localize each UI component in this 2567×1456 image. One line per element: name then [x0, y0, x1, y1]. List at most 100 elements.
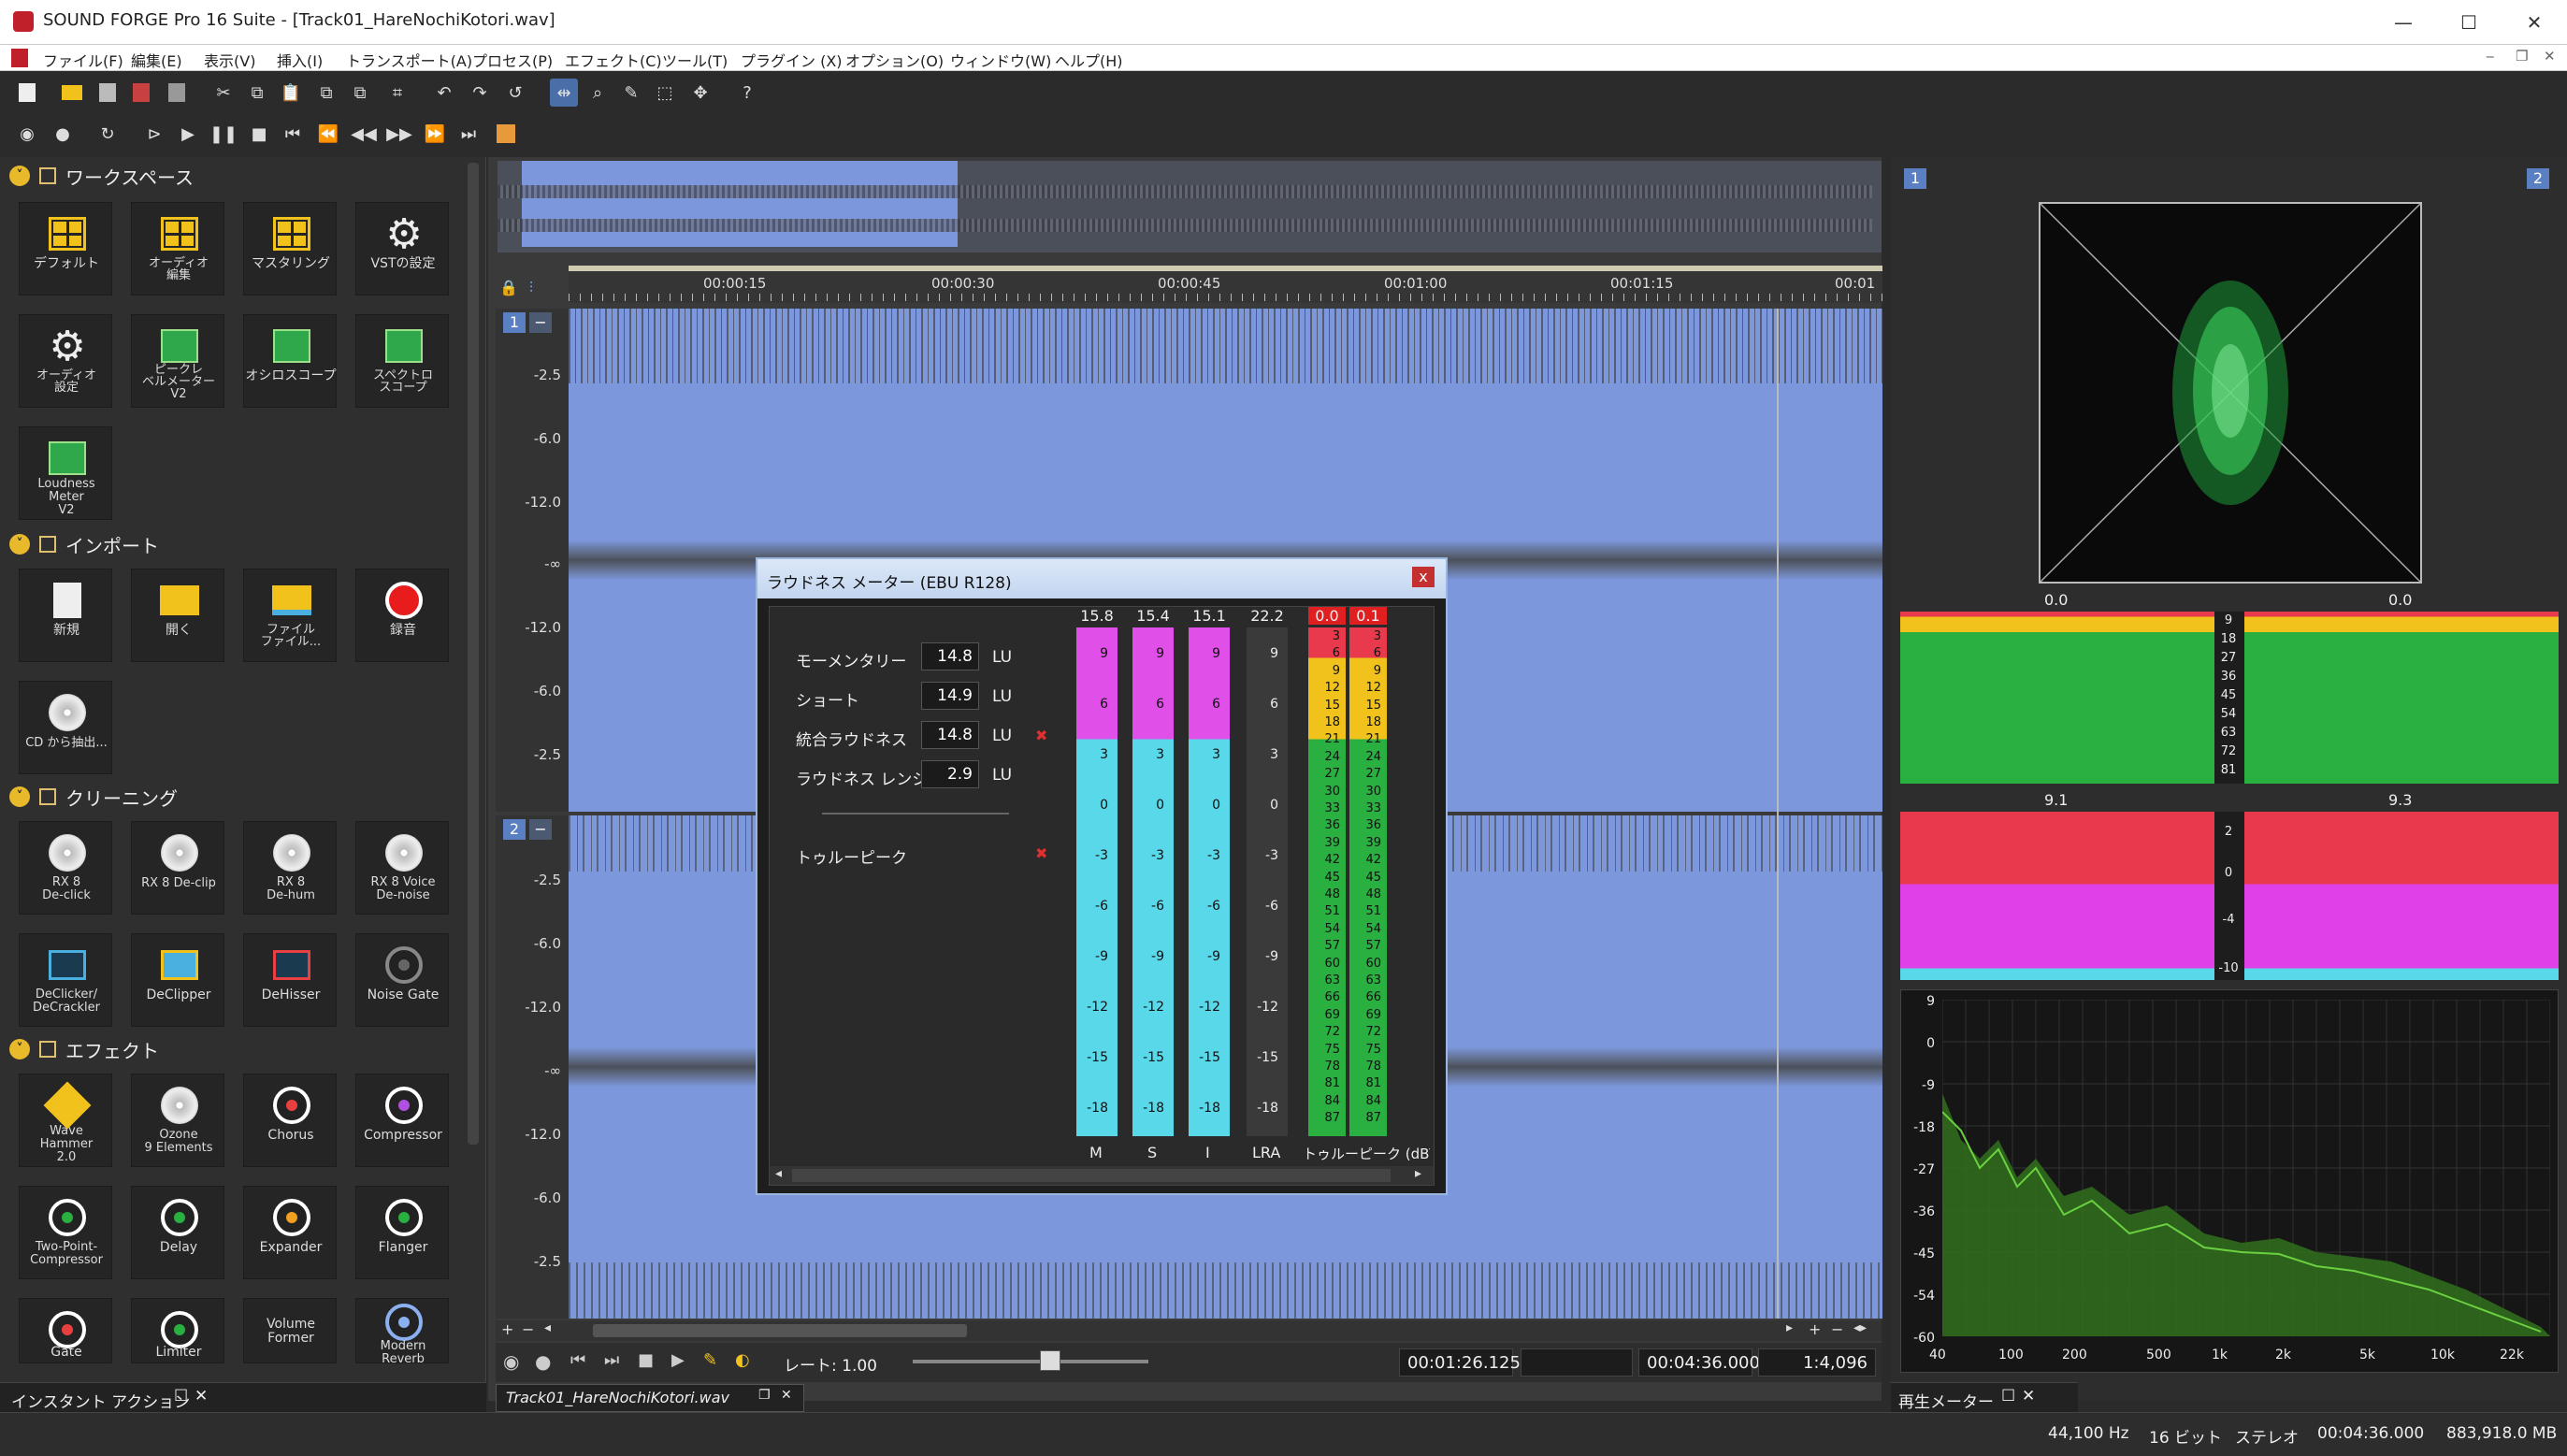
scroll-right-icon[interactable]: ▸ [1786, 1320, 1793, 1335]
go-to-start-icon[interactable]: ⏮ [279, 120, 307, 148]
mdi-minimize-icon[interactable]: ‒ [2486, 48, 2495, 65]
tile-delay[interactable]: Delay [131, 1186, 224, 1279]
tile-open[interactable]: 開く [131, 569, 224, 662]
document-tab[interactable]: Track01_HareNochiKotori.wav ❐ ✕ [496, 1384, 804, 1412]
menu-process[interactable]: プロセス(P) [472, 49, 553, 71]
help-icon[interactable]: ? [733, 79, 761, 107]
edit-tool-icon[interactable]: ⇹ [550, 79, 578, 107]
play-icon[interactable]: ▶ [671, 1350, 685, 1370]
repeat-icon[interactable]: ↺ [501, 79, 529, 107]
mdi-restore-icon[interactable]: ❐ [2516, 48, 2528, 65]
channel-mode[interactable]: ステレオ [2235, 1424, 2299, 1448]
instant-action-tab[interactable]: インスタント アクション ☐ ✕ [0, 1382, 486, 1412]
reset-integrated-icon[interactable]: ✖ [1035, 727, 1047, 744]
rate-slider-thumb[interactable] [1040, 1350, 1060, 1371]
bit-depth[interactable]: 16 ビット [2149, 1424, 2222, 1448]
stop-icon[interactable]: ■ [245, 120, 273, 148]
prev-marker-icon[interactable]: ⏪ [314, 120, 342, 148]
reset-true-peak-icon[interactable]: ✖ [1035, 844, 1047, 862]
tile-rx8-declip[interactable]: RX 8 De-clip [131, 821, 224, 915]
section-workspace[interactable]: ˅ ワークスペース [9, 161, 468, 191]
zoom-ratio[interactable]: 1:4,096 [1758, 1348, 1876, 1377]
menu-transport[interactable]: トランスポート(A) [346, 49, 472, 71]
mix-icon[interactable]: ⧉ [312, 79, 340, 107]
tile-new[interactable]: 新規 [19, 569, 112, 662]
tile-wave-hammer[interactable]: Wave Hammer 2.0 [19, 1074, 112, 1167]
channel1-minimize-icon[interactable]: − [529, 312, 552, 333]
play-all-icon[interactable]: ⊳ [140, 120, 168, 148]
loop-icon[interactable]: ↻ [94, 120, 122, 148]
crop-icon[interactable]: ⌗ [383, 79, 411, 107]
magnify-tool-icon[interactable]: ⌕ [584, 79, 612, 107]
workspace-scrollbar[interactable] [468, 163, 479, 1145]
zoom-in-icon[interactable]: + [1809, 1320, 1821, 1338]
tile-oscilloscope[interactable]: オシロスコープ [243, 314, 337, 408]
overview-visible-region[interactable] [522, 161, 958, 247]
float-icon[interactable]: ☐ [174, 1387, 188, 1406]
tile-vst-settings[interactable]: ⚙ VSTの設定 [355, 202, 449, 296]
event-tool-icon[interactable]: ⬚ [651, 79, 679, 107]
menu-window[interactable]: ウィンドウ(W) [950, 49, 1051, 71]
tile-declicker[interactable]: DeClicker/ DeCrackler [19, 933, 112, 1027]
tile-flanger[interactable]: Flanger [355, 1186, 449, 1279]
section-effects[interactable]: ˅ エフェクト [9, 1034, 468, 1064]
tile-audio-settings[interactable]: ⚙ オーディオ 設定 [19, 314, 112, 408]
channel1-badge[interactable]: 1 [503, 312, 526, 333]
stop-icon[interactable]: ■ [638, 1350, 654, 1370]
tile-dehisser[interactable]: DeHisser [243, 933, 337, 1027]
chevron-down-icon[interactable]: ˅ [9, 166, 30, 186]
play-meter-tab[interactable]: 再生メーター ☐ ✕ [1891, 1382, 2078, 1412]
meter-channel2-badge[interactable]: 2 [2527, 168, 2549, 189]
chevron-down-icon[interactable]: ˅ [9, 786, 30, 807]
tile-compressor[interactable]: Compressor [355, 1074, 449, 1167]
scroll-both-icon[interactable]: ◂▸ [1853, 1320, 1867, 1335]
go-to-end-icon[interactable]: ⏭ [604, 1350, 619, 1370]
tile-chorus[interactable]: Chorus [243, 1074, 337, 1167]
tile-expander[interactable]: Expander [243, 1186, 337, 1279]
close-icon[interactable]: ✕ [195, 1387, 208, 1406]
close-icon[interactable]: ✕ [2022, 1387, 2035, 1406]
forward-icon[interactable]: ▶▶ [385, 120, 413, 148]
paste-icon[interactable]: 📋 [277, 79, 305, 107]
overview-bar[interactable] [498, 161, 1882, 252]
tile-mastering[interactable]: マスタリング [243, 202, 337, 296]
cursor-position[interactable]: 00:01:26.125 [1399, 1348, 1521, 1377]
pause-icon[interactable]: ❚❚ [209, 120, 238, 148]
close-icon[interactable]: ✕ [781, 1388, 792, 1403]
tile-peak-meter[interactable]: ピークレ ベルメーター V2 [131, 314, 224, 408]
save-as-icon[interactable] [127, 79, 155, 107]
menu-effect[interactable]: エフェクト(C) [565, 49, 662, 71]
copy-icon[interactable]: ⧉ [243, 79, 271, 107]
menu-edit[interactable]: 編集(E) [131, 49, 182, 71]
tile-default[interactable]: デフォルト [19, 202, 112, 296]
file-length[interactable]: 00:04:36.000 [1638, 1348, 1760, 1377]
record-arm-icon[interactable]: ◉ [503, 1350, 519, 1373]
scrub-icon[interactable]: ✎ [703, 1350, 717, 1370]
tile-ozone[interactable]: Ozone 9 Elements [131, 1074, 224, 1167]
save-all-icon[interactable] [163, 79, 191, 107]
zoom-out-icon[interactable]: − [1831, 1320, 1843, 1338]
punch-icon[interactable] [492, 120, 520, 148]
tile-loudness-meter[interactable]: Loudness Meter V2 [19, 426, 112, 520]
loudness-hscroll[interactable]: ◂ ▸ [770, 1166, 1434, 1185]
float-icon[interactable]: ☐ [2001, 1387, 2015, 1406]
menu-plugin[interactable]: プラグイン (X) [741, 49, 843, 71]
record-icon[interactable]: ● [535, 1350, 551, 1373]
record-icon[interactable]: ● [49, 120, 77, 148]
chevron-down-icon[interactable]: ˅ [9, 1039, 30, 1060]
loudness-hscroll-thumb[interactable] [792, 1169, 1391, 1182]
menu-options[interactable]: オプション(O) [845, 49, 944, 71]
rewind-icon[interactable]: ◀◀ [350, 120, 378, 148]
mdi-close-icon[interactable]: ✕ [2544, 48, 2556, 65]
menu-view[interactable]: 表示(V) [204, 49, 255, 71]
loudness-window-title[interactable]: ラウドネス メーター (EBU R128) [757, 559, 1446, 598]
pencil-tool-icon[interactable]: ✎ [617, 79, 645, 107]
selection-field[interactable] [1521, 1348, 1633, 1377]
horizontal-scrollbar-thumb[interactable] [593, 1324, 967, 1337]
tile-record[interactable]: 録音 [355, 569, 449, 662]
tile-spectroscope[interactable]: スペクトロ スコープ [355, 314, 449, 408]
save-icon[interactable] [94, 79, 122, 107]
loudness-close-button[interactable]: x [1412, 567, 1435, 587]
section-import[interactable]: ˅ インポート [9, 529, 468, 559]
chevron-down-icon[interactable]: ˅ [9, 534, 30, 555]
